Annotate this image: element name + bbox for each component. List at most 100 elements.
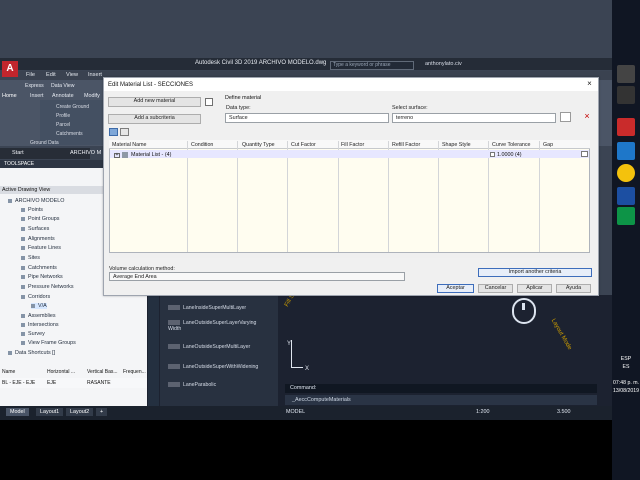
lane-icon — [168, 382, 180, 388]
ribbon-tab-home[interactable]: Home — [2, 93, 17, 99]
palette-item-2[interactable]: LaneOutsideSuperLayerVarying Width — [168, 320, 268, 332]
tree-item-feature-lines[interactable]: Feature Lines — [21, 245, 61, 251]
tree-item-surfaces[interactable]: Surfaces — [21, 226, 49, 232]
expand-icon[interactable]: + — [114, 153, 120, 158]
status-scale[interactable]: 1:200 — [476, 409, 490, 415]
volume-method-select[interactable]: Average End Area — [109, 272, 405, 281]
taskbar-c-icon[interactable] — [617, 118, 635, 136]
ribbon-tool-parcel[interactable]: Parcel — [56, 122, 70, 128]
tab-archivo[interactable]: ARCHIVO M — [70, 150, 101, 156]
status-value[interactable]: 3.500 — [557, 409, 571, 415]
status-tab-model[interactable]: Model — [6, 408, 29, 416]
ribbon-tab-annotate[interactable]: Annotate — [52, 93, 74, 99]
pick-surface-icon[interactable] — [560, 112, 571, 122]
add-subcriteria-button[interactable]: Add a subcriteria — [108, 114, 201, 124]
dialog-close-icon[interactable]: × — [585, 80, 594, 89]
lane-icon — [168, 320, 180, 326]
ribbon-tab-insert[interactable]: Insert — [30, 93, 43, 99]
surface-select[interactable]: terreno — [392, 113, 556, 123]
taskbar-word-icon[interactable] — [617, 142, 635, 160]
quick-access-data-view[interactable]: Data View — [51, 83, 75, 89]
palette-item-5[interactable]: LaneParabolic — [168, 382, 216, 388]
tree-item-va[interactable]: V/A — [31, 303, 47, 309]
status-tab-add[interactable]: + — [96, 408, 108, 416]
search-input[interactable]: Type a keyword or phrase — [330, 61, 414, 70]
data-type-select[interactable]: Surface — [225, 113, 389, 123]
tree-item-corridors[interactable]: Corridors — [21, 294, 50, 300]
civil3d-logo[interactable]: A — [2, 61, 18, 77]
tree-item-alignments[interactable]: Alignments — [21, 236, 55, 242]
tree-root[interactable]: ARCHIVO MODELO — [8, 198, 64, 204]
tree-item-points[interactable]: Points — [21, 207, 43, 213]
material-row-name: Material List - (4) — [131, 152, 172, 158]
ucs-y-label: Y — [287, 341, 292, 347]
clock-date[interactable]: 13/08/2019 — [612, 388, 640, 394]
help-button[interactable]: Ayuda — [556, 284, 591, 293]
tree-label-root: ARCHIVO MODELO — [15, 198, 65, 204]
palette-item-3[interactable]: LaneOutsideSuperMultiLayer — [168, 344, 250, 350]
move-down-icon[interactable] — [120, 128, 129, 136]
taskbar-chrome-icon[interactable] — [617, 164, 635, 182]
app-title: Autodesk Civil 3D 2019 ARCHIVO MODELO.dw… — [195, 60, 327, 66]
add-material-button[interactable]: Add new material — [108, 97, 201, 107]
grid-header-horizontal: Horizontal ... — [47, 369, 76, 375]
tree-item-sites[interactable]: Sites — [21, 255, 40, 261]
tree-label-sites: Sites — [28, 255, 40, 261]
tree-item-pipe-networks[interactable]: Pipe Networks — [21, 274, 63, 280]
row-menu-icon[interactable] — [581, 151, 588, 157]
status-model[interactable]: MODEL — [286, 409, 305, 415]
tree-item-assemblies[interactable]: Assemblies — [21, 313, 56, 319]
tree-label-survey: Survey — [28, 331, 45, 337]
language-esp[interactable]: ESP — [612, 356, 640, 362]
command-input[interactable]: _AeccComputeMaterials — [285, 395, 597, 405]
ribbon-tool-create-ground[interactable]: Create Ground — [56, 104, 89, 110]
status-tab-layout1[interactable]: Layout1 — [36, 408, 64, 416]
view-frame-groups-icon — [21, 340, 25, 345]
delete-red-icon[interactable]: × — [582, 112, 592, 122]
tree-item-catchments[interactable]: Catchments — [21, 265, 57, 271]
user-account[interactable]: anthonylato.civ — [425, 61, 462, 67]
palette-item-4[interactable]: LaneOutsideSuperWithWidening — [168, 364, 258, 370]
tree-item-intersections[interactable]: Intersections — [21, 322, 59, 328]
taskbar-s-icon[interactable] — [617, 207, 635, 225]
corridor-item-icon — [31, 303, 35, 308]
tree-item-view-frame-groups[interactable]: View Frame Groups — [21, 340, 76, 346]
import-criteria-button[interactable]: Import another criteria — [478, 268, 592, 277]
tree-item-pressure-networks[interactable]: Pressure Networks — [21, 284, 74, 290]
accept-button[interactable]: Aceptar — [437, 284, 474, 293]
ribbon-tab-modify[interactable]: Modify — [84, 93, 100, 99]
clock-time[interactable]: 07:48 p. m. — [612, 380, 640, 386]
lane-icon — [168, 364, 180, 370]
palette-label-2: LaneOutsideSuperLayerVarying Width — [168, 320, 257, 332]
menu-file[interactable]: File — [26, 72, 35, 78]
tree-label-feature-lines: Feature Lines — [28, 245, 61, 251]
menu-insert[interactable]: Insert — [88, 72, 102, 78]
language-es[interactable]: ES — [612, 364, 640, 370]
move-up-icon[interactable] — [109, 128, 118, 136]
curve-tolerance-checkbox[interactable] — [490, 152, 495, 157]
grid-header-name: Name — [2, 369, 16, 375]
header-refill-factor: Refill Factor — [392, 142, 421, 148]
delete-icon[interactable] — [205, 98, 213, 106]
menu-edit[interactable]: Edit — [46, 72, 56, 78]
tree-item-point-groups[interactable]: Point Groups — [21, 216, 59, 222]
ribbon-tool-catchments[interactable]: Catchments — [56, 131, 83, 137]
sites-icon — [21, 255, 25, 260]
tree-item-data-shortcuts[interactable]: Data Shortcuts [] — [8, 350, 55, 356]
ribbon-tool-profile[interactable]: Profile — [56, 113, 70, 119]
grid-scrollbar[interactable] — [109, 253, 590, 258]
header-curve-tolerance: Curve Tolerance — [492, 142, 531, 148]
tree-item-survey[interactable]: Survey — [21, 331, 45, 337]
apply-button[interactable]: Aplicar — [517, 284, 552, 293]
taskbar-autocad-icon[interactable] — [617, 187, 635, 205]
quick-access-express[interactable]: Express — [25, 83, 44, 89]
grid-cell-horizontal: EJE — [47, 380, 57, 386]
status-tab-layout2[interactable]: Layout2 — [66, 408, 94, 416]
menu-view[interactable]: View — [66, 72, 78, 78]
ground-data-group[interactable]: Ground Data — [30, 140, 59, 146]
palette-item-1[interactable]: LaneInsideSuperMultiLayer — [168, 305, 246, 311]
cancel-button[interactable]: Cancelar — [478, 284, 513, 293]
taskbar-app-icon[interactable] — [617, 65, 635, 83]
taskbar-search-icon[interactable] — [617, 86, 635, 104]
tab-start[interactable]: Start — [12, 150, 24, 156]
